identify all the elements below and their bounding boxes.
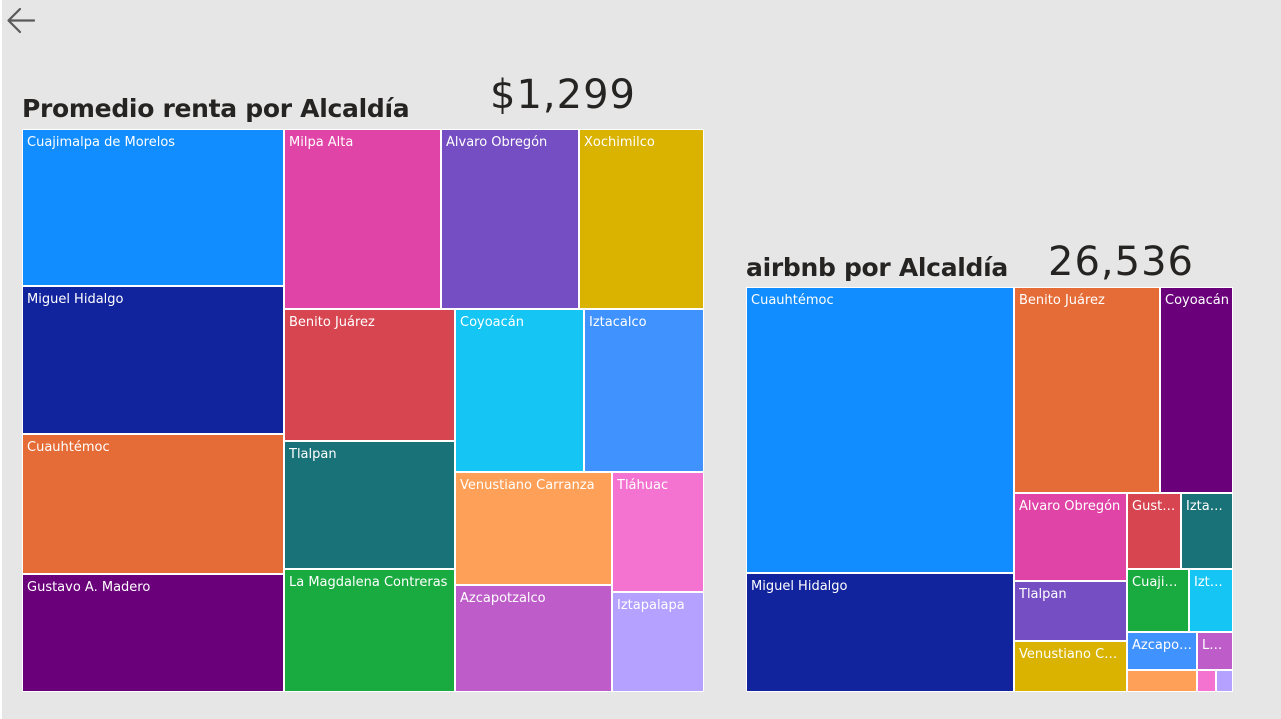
renta-chart-title: Promedio renta por Alcaldía	[22, 94, 410, 123]
renta-treemap-tile[interactable]: Venustiano Carranza	[455, 472, 612, 585]
renta-kpi-value: $1,299	[490, 72, 636, 118]
airbnb-treemap: Cuauhtémoc Miguel Hidalgo Benito Juárez Coy…	[746, 287, 1233, 692]
airbnb-treemap-tile-label: Iztacalco	[1186, 499, 1229, 514]
renta-treemap-tile[interactable]: Miguel Hidalgo	[22, 286, 284, 434]
renta-treemap-tile-label: Álvaro Obregón	[446, 135, 548, 150]
renta-treemap-tile[interactable]: Milpa Alta	[284, 129, 441, 309]
renta-treemap-tile-label: Venustiano Carranza	[460, 478, 595, 493]
renta-treemap: Cuajimalpa de Morelos Miguel Hidalgo Cuauh…	[22, 129, 704, 692]
airbnb-treemap-tile[interactable]: Venustiano Carranza	[1014, 641, 1127, 692]
renta-treemap-tile-label: Iztacalco	[589, 315, 647, 330]
renta-treemap-tile-label: Gustavo A. Madero	[27, 580, 151, 595]
airbnb-treemap-tile[interactable]: Tlalpan	[1014, 581, 1127, 641]
airbnb-treemap-tile-label: Coyoacán	[1165, 293, 1229, 308]
renta-treemap-tile-label: La Magdalena Contreras	[289, 575, 448, 590]
airbnb-treemap-tile-label: Iztapalapa	[1194, 575, 1229, 590]
renta-treemap-tile-label: Azcapotzalco	[460, 591, 546, 606]
airbnb-kpi-value: 26,536	[1048, 239, 1194, 285]
renta-treemap-tile[interactable]: Iztapalapa	[612, 592, 704, 692]
renta-treemap-tile-label: Milpa Alta	[289, 135, 354, 150]
airbnb-treemap-tile[interactable]: Iztapalapa	[1189, 569, 1233, 632]
airbnb-treemap-tile[interactable]: Cuajimalpa de Morelos	[1127, 569, 1189, 632]
renta-treemap-tile[interactable]: Cuajimalpa de Morelos	[22, 129, 284, 286]
airbnb-treemap-tile-label: Benito Juárez	[1019, 293, 1105, 308]
arrow-left-icon[interactable]	[4, 4, 38, 38]
renta-treemap-tile-label: Xochimilco	[584, 135, 655, 150]
airbnb-treemap-tile-label: Tlalpan	[1019, 587, 1067, 602]
airbnb-treemap-tile[interactable]: Coyoacán	[1160, 287, 1233, 493]
renta-treemap-tile[interactable]: Gustavo A. Madero	[22, 574, 284, 692]
airbnb-treemap-tile[interactable]: Álvaro Obregón	[1014, 493, 1127, 581]
airbnb-treemap-tile[interactable]: Miguel Hidalgo	[746, 573, 1014, 692]
renta-treemap-tile[interactable]: Azcapotzalco	[455, 585, 612, 692]
renta-treemap-tile-label: Cuauhtémoc	[27, 440, 110, 455]
renta-treemap-tile[interactable]: Álvaro Obregón	[441, 129, 579, 309]
airbnb-treemap-tile-label: Venustiano Carranza	[1019, 647, 1123, 662]
airbnb-treemap-tile[interactable]: Iztacalco	[1181, 493, 1233, 569]
renta-treemap-tile[interactable]: Xochimilco	[579, 129, 704, 309]
airbnb-treemap-tile-label: Azcapotzalco	[1132, 638, 1193, 653]
airbnb-treemap-tile-label: Álvaro Obregón	[1019, 499, 1121, 514]
airbnb-treemap-tile[interactable]: La Magdalena Contreras	[1197, 632, 1233, 670]
airbnb-treemap-tile[interactable]: Benito Juárez	[1014, 287, 1160, 493]
renta-treemap-tile-label: Cuajimalpa de Morelos	[27, 135, 176, 150]
renta-treemap-tile-label: Miguel Hidalgo	[27, 292, 124, 307]
renta-treemap-tile[interactable]: Tlalpan	[284, 441, 455, 569]
airbnb-treemap-tile-label: Gustavo A. Madero	[1132, 499, 1177, 514]
page-left-edge	[0, 0, 2, 719]
renta-treemap-tile[interactable]: Coyoacán	[455, 309, 584, 472]
renta-treemap-tile[interactable]: Cuauhtémoc	[22, 434, 284, 574]
renta-treemap-tile-label: Coyoacán	[460, 315, 524, 330]
airbnb-treemap-tile-label: Miguel Hidalgo	[751, 579, 848, 594]
renta-treemap-tile-label: Tláhuac	[617, 478, 669, 493]
renta-treemap-tile-label: Tlalpan	[289, 447, 337, 462]
airbnb-treemap-tile[interactable]	[1216, 670, 1233, 692]
airbnb-treemap-tile[interactable]: Gustavo A. Madero	[1127, 493, 1181, 569]
airbnb-treemap-tile-label: Cuajimalpa de Morelos	[1132, 575, 1185, 590]
renta-treemap-tile[interactable]: Benito Juárez	[284, 309, 455, 441]
airbnb-treemap-tile[interactable]: Azcapotzalco	[1127, 632, 1197, 670]
airbnb-chart-title: airbnb por Alcaldía	[746, 253, 1008, 282]
renta-treemap-tile[interactable]: Iztacalco	[584, 309, 704, 472]
airbnb-treemap-tile[interactable]: Cuauhtémoc	[746, 287, 1014, 573]
airbnb-treemap-tile-label: Cuauhtémoc	[751, 293, 834, 308]
renta-treemap-tile[interactable]: La Magdalena Contreras	[284, 569, 455, 692]
renta-treemap-tile-label: Iztapalapa	[617, 598, 685, 613]
airbnb-treemap-tile-label: La Magdalena Contreras	[1202, 638, 1229, 653]
renta-treemap-tile-label: Benito Juárez	[289, 315, 375, 330]
airbnb-treemap-tile[interactable]	[1197, 670, 1216, 692]
airbnb-treemap-tile[interactable]	[1127, 670, 1197, 692]
renta-treemap-tile[interactable]: Tláhuac	[612, 472, 704, 592]
